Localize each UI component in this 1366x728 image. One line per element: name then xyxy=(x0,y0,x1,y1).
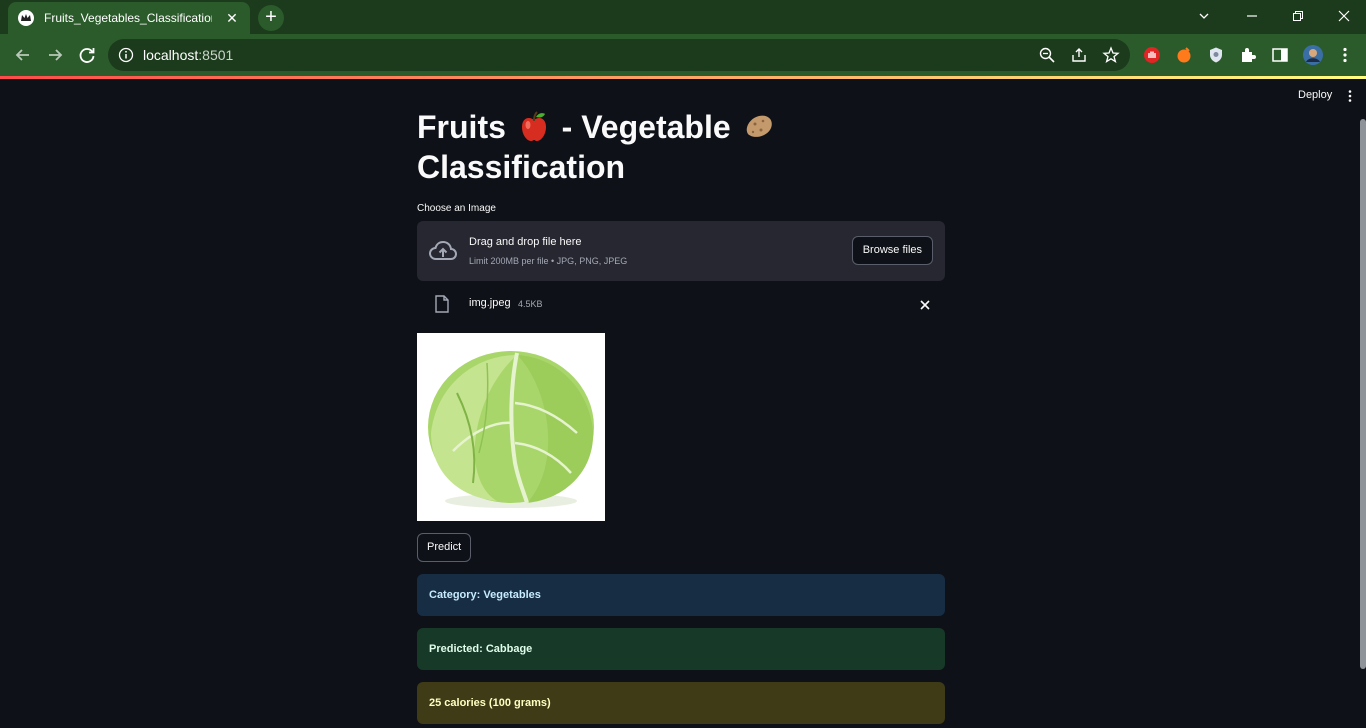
forward-icon[interactable] xyxy=(44,44,66,66)
uploader-label: Choose an Image xyxy=(417,203,496,214)
title-text-vegetable: - Vegetable xyxy=(552,109,731,145)
reload-icon[interactable] xyxy=(76,44,98,66)
streamlit-app: Deploy Fruits - Vegetable Classification… xyxy=(0,79,1366,728)
title-text-fruits: Fruits xyxy=(417,109,506,145)
prediction-result: Predicted: Cabbage xyxy=(417,628,945,670)
file-icon xyxy=(435,295,449,313)
extensions-puzzle-icon[interactable] xyxy=(1239,46,1257,64)
tab-search-icon[interactable] xyxy=(1190,4,1218,28)
calories-result: 25 calories (100 grams) xyxy=(417,682,945,724)
close-window-icon[interactable] xyxy=(1330,4,1358,28)
new-tab-button[interactable]: + xyxy=(258,5,284,31)
predict-button[interactable]: Predict xyxy=(417,533,472,562)
site-info-icon[interactable] xyxy=(118,47,134,63)
cloud-upload-icon xyxy=(429,240,457,260)
address-bar[interactable]: localhost:8501 xyxy=(108,39,1130,71)
url-host: localhost xyxy=(143,47,199,63)
tab-title: Fruits_Vegetables_Classification xyxy=(44,11,212,25)
zoom-icon[interactable] xyxy=(1038,46,1056,64)
browse-files-button[interactable]: Browse files xyxy=(851,236,933,265)
file-size: 4.5KB xyxy=(518,299,543,309)
uploaded-image-cabbage xyxy=(417,333,605,521)
deploy-button[interactable]: Deploy xyxy=(1298,89,1332,101)
category-result: Category: Vegetables xyxy=(417,574,945,616)
adblock-extension-icon[interactable] xyxy=(1143,46,1161,64)
apple-icon xyxy=(521,110,546,141)
page-title: Fruits - Vegetable Classification xyxy=(417,107,945,187)
side-panel-icon[interactable] xyxy=(1271,46,1289,64)
file-dropzone[interactable]: Drag and drop file here Limit 200MB per … xyxy=(417,221,945,281)
dropzone-instructions: Drag and drop file here xyxy=(469,236,582,248)
extension-orange-icon[interactable] xyxy=(1175,46,1193,64)
remove-file-icon[interactable] xyxy=(917,297,933,313)
scrollbar[interactable] xyxy=(1360,119,1366,669)
main-menu-icon[interactable] xyxy=(1344,89,1356,103)
bookmark-star-icon[interactable] xyxy=(1102,46,1120,64)
minimize-icon[interactable] xyxy=(1238,4,1266,28)
browser-tab[interactable]: Fruits_Vegetables_Classification ✕ xyxy=(8,2,250,34)
browser-toolbar: localhost:8501 xyxy=(0,34,1366,76)
restore-icon[interactable] xyxy=(1284,4,1312,28)
dropzone-limit: Limit 200MB per file • JPG, PNG, JPEG xyxy=(469,256,628,266)
potato-icon xyxy=(746,115,772,137)
profile-avatar[interactable] xyxy=(1302,44,1324,66)
shield-extension-icon[interactable] xyxy=(1207,46,1225,64)
title-text-classification: Classification xyxy=(417,149,626,185)
browser-menu-icon[interactable] xyxy=(1336,46,1354,64)
file-name: img.jpeg xyxy=(469,297,511,309)
back-icon[interactable] xyxy=(12,44,34,66)
tab-close-icon[interactable]: ✕ xyxy=(224,10,240,26)
url-port: :8501 xyxy=(198,47,234,63)
browser-tab-bar: Fruits_Vegetables_Classification ✕ + xyxy=(0,0,1366,34)
share-icon[interactable] xyxy=(1070,46,1088,64)
uploaded-file: img.jpeg 4.5KB xyxy=(417,291,945,317)
url-text: localhost:8501 xyxy=(143,47,233,63)
streamlit-crown-icon xyxy=(18,10,34,26)
